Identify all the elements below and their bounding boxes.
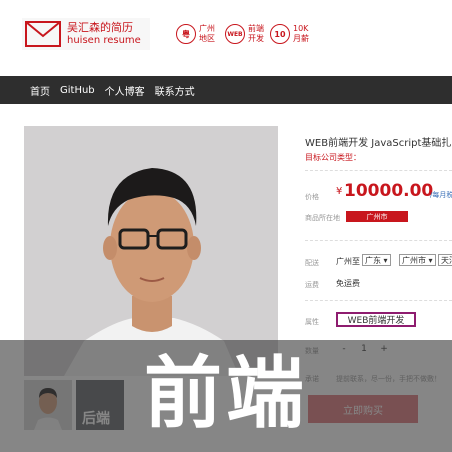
divider [305,300,452,301]
product-title: WEB前端开发 JavaScript基础扎实 熟 [305,138,452,149]
note-text: 提前联系，尽一份，手把不做敷！ [336,375,441,383]
attr-label: 属性 [305,318,319,326]
thumbnail-portrait-image [24,380,72,430]
feature-location-line2: 地区 [199,34,215,43]
thumbnail-backend[interactable]: 后端 [76,380,124,430]
divider [305,240,452,241]
feature-web: WEB 前端 开发 [225,24,264,44]
ship-to: 至 [352,257,360,266]
divider [305,170,452,171]
fee-value: 免运费 [336,279,360,288]
qty-label: 数量 [305,347,319,355]
site-header: 吴汇森的简历 huisen resume 粤 广州 地区 WEB 前端 开发 1… [0,0,452,76]
price-label: 价格 [305,193,319,201]
logo-en: huisen resume [67,35,141,46]
buy-now-button[interactable]: 立即购买 [308,395,418,423]
feature-salary: 10 10K 月薪 [270,24,309,44]
thumbnail-strip: 后端 [24,380,128,430]
nav-item-home[interactable]: 首页 [30,83,50,98]
feature-web-text: 前端 开发 [248,24,264,44]
feature-salary-line1: 10K [293,24,309,33]
thumbnail-backend-label: 后端 [82,411,110,427]
logo[interactable]: 吴汇森的简历 huisen resume [22,18,150,50]
product-subtitle: 目标公司类型： [305,153,361,162]
location-badge: 广州市 [346,211,408,222]
nav-item-blog[interactable]: 个人博客 [105,83,145,98]
feature-web-line1: 前端 [248,24,264,33]
location-icon: 粤 [176,24,196,44]
feature-location-text: 广州 地区 [199,24,215,44]
district-select[interactable]: 天河 [438,254,452,266]
feature-location-line1: 广州 [199,24,215,33]
note-label: 承诺 [305,375,319,383]
location-label: 商品所在地 [305,214,340,222]
nav-item-contact[interactable]: 联系方式 [155,83,195,98]
qty-minus-button[interactable]: - [336,344,352,354]
qty-value[interactable]: 1 [352,344,376,354]
web-icon: WEB [225,24,245,44]
province-select[interactable]: 广东 ▾ [362,254,391,266]
price-unit: /每月税 [430,191,452,199]
qty-plus-button[interactable]: + [376,344,392,354]
portrait-image [24,126,278,376]
thumbnail-portrait[interactable] [24,380,72,430]
delivery-label: 配送 [305,259,319,267]
nav-item-github[interactable]: GitHub [60,85,95,96]
ship-from: 广州 [336,257,352,266]
quantity-stepper: - 1 + [336,342,392,356]
salary-icon: 10 [270,24,290,44]
logo-cn: 吴汇森的简历 [67,21,133,34]
product-image[interactable] [24,126,278,376]
feature-web-line2: 开发 [248,34,264,43]
feature-location: 粤 广州 地区 [176,24,215,44]
feature-salary-text: 10K 月薪 [293,24,309,44]
attr-option[interactable]: WEB前端开发 [336,312,416,327]
fee-label: 运费 [305,281,319,289]
logo-text: 吴汇森的简历 huisen resume [67,21,141,47]
price-value: 10000.00 [344,181,434,201]
envelope-icon [25,21,61,47]
price-symbol: ¥ [336,186,343,197]
city-select[interactable]: 广州市 ▾ [399,254,436,266]
feature-salary-line2: 月薪 [293,34,309,43]
main-nav: 首页 GitHub 个人博客 联系方式 [0,76,452,104]
